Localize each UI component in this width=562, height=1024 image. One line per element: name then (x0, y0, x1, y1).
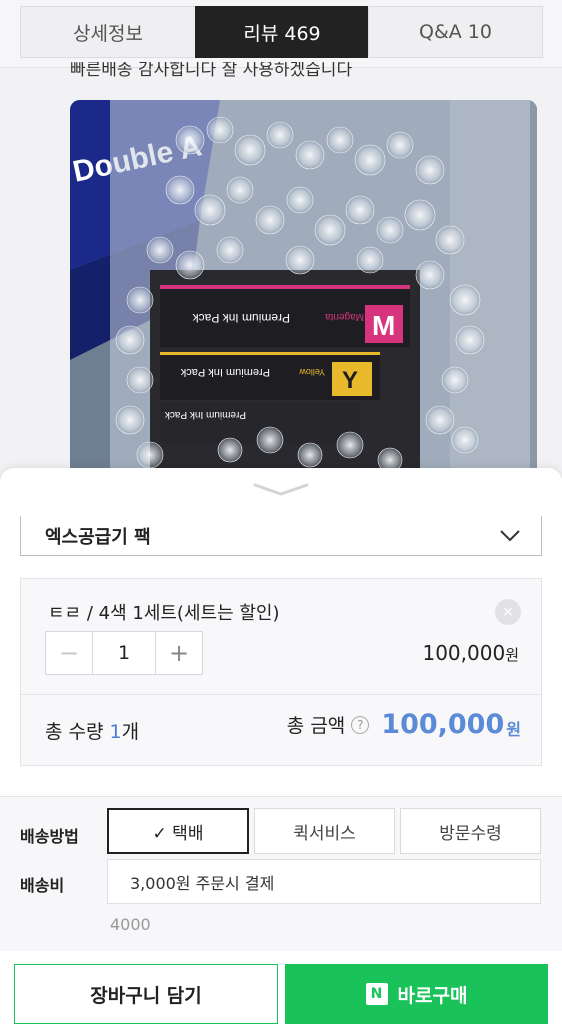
cartridge-magenta-pack: Premium Ink Pack (192, 311, 290, 325)
naver-pay-icon: N (365, 983, 388, 1005)
tab-bar: 상세정보 리뷰 469 Q&A 10 (0, 0, 562, 68)
total-quantity: 총 수량 1개 (45, 717, 139, 744)
shipping-option-quick[interactable]: 퀵서비스 (254, 808, 395, 854)
cartridge-magenta-letter: M (372, 310, 395, 341)
shipping-option-parcel[interactable]: ✓ 택배 (107, 808, 249, 854)
option-price-value: 100,000 (422, 641, 506, 665)
selected-option-name: ㅌㄹ / 4색 1세트(세트는 할인) (48, 603, 280, 624)
cartridge-yellow-name: Yellow (299, 367, 325, 377)
shipping-section: 배송방법 ✓ 택배 퀵서비스 방문수령 배송비 3,000원 주문시 결제 40… (0, 797, 562, 951)
cartridge-yellow-pack: Premium Ink Pack (180, 366, 270, 378)
increase-quantity-button[interactable]: + (156, 632, 202, 674)
buy-now-button[interactable]: N 바로구매 (285, 964, 548, 1024)
total-amount-label: 총 금액 (286, 715, 346, 737)
option-select[interactable]: 엑스공급기 팩 (20, 516, 542, 556)
buy-now-label: 바로구매 (397, 984, 468, 1007)
tab-qna[interactable]: Q&A 10 (368, 6, 543, 58)
total-amount-value: 100,000 (381, 709, 505, 740)
review-text: 빠른배송 감사합니다 잘 사용하겠습니다 (70, 62, 353, 80)
tab-details[interactable]: 상세정보 (20, 6, 196, 58)
remove-option-button[interactable]: × (495, 599, 521, 625)
divider (21, 694, 541, 695)
purchase-sheet: 엑스공급기 팩 ㅌㄹ / 4색 1세트(세트는 할인) × − 1 + 100,… (0, 468, 562, 1024)
collapse-handle-icon[interactable] (253, 482, 309, 498)
chevron-down-icon (500, 529, 520, 541)
option-price: 100,000원 (422, 641, 519, 665)
shipping-fee-sub: 4000 (110, 915, 151, 934)
quantity-value[interactable]: 1 (92, 632, 156, 674)
selected-option-card: ㅌㄹ / 4색 1세트(세트는 할인) × − 1 + 100,000원 총 수… (20, 578, 542, 766)
cartridge-black-pack: Premium Ink Pack (164, 409, 246, 420)
total-amount: 총 금액 ? 100,000 원 (287, 709, 521, 740)
help-icon[interactable]: ? (351, 715, 370, 734)
review-photo[interactable]: Double A M Magenta Premium Ink Pack Y Ye… (70, 100, 537, 480)
add-to-cart-button[interactable]: 장바구니 담기 (14, 964, 278, 1024)
total-quantity-label: 총 수량 (45, 721, 110, 743)
shipping-option-pickup[interactable]: 방문수령 (400, 808, 541, 854)
tab-reviews[interactable]: 리뷰 469 (195, 6, 369, 58)
total-quantity-unit: 개 (121, 721, 140, 743)
decrease-quantity-button[interactable]: − (46, 632, 92, 674)
shipping-fee-field[interactable]: 3,000원 주문시 결제 (107, 859, 541, 904)
option-price-unit: 원 (505, 646, 519, 664)
cartridge-magenta-name: Magenta (325, 311, 364, 322)
total-quantity-value: 1 (109, 721, 122, 743)
quantity-stepper: − 1 + (45, 631, 203, 675)
cartridge-yellow-letter: Y (342, 367, 358, 394)
shipping-fee-label: 배송비 (20, 876, 65, 895)
total-amount-unit: 원 (506, 719, 521, 739)
option-select-label: 엑스공급기 팩 (45, 526, 151, 548)
shipping-method-label: 배송방법 (20, 827, 79, 846)
